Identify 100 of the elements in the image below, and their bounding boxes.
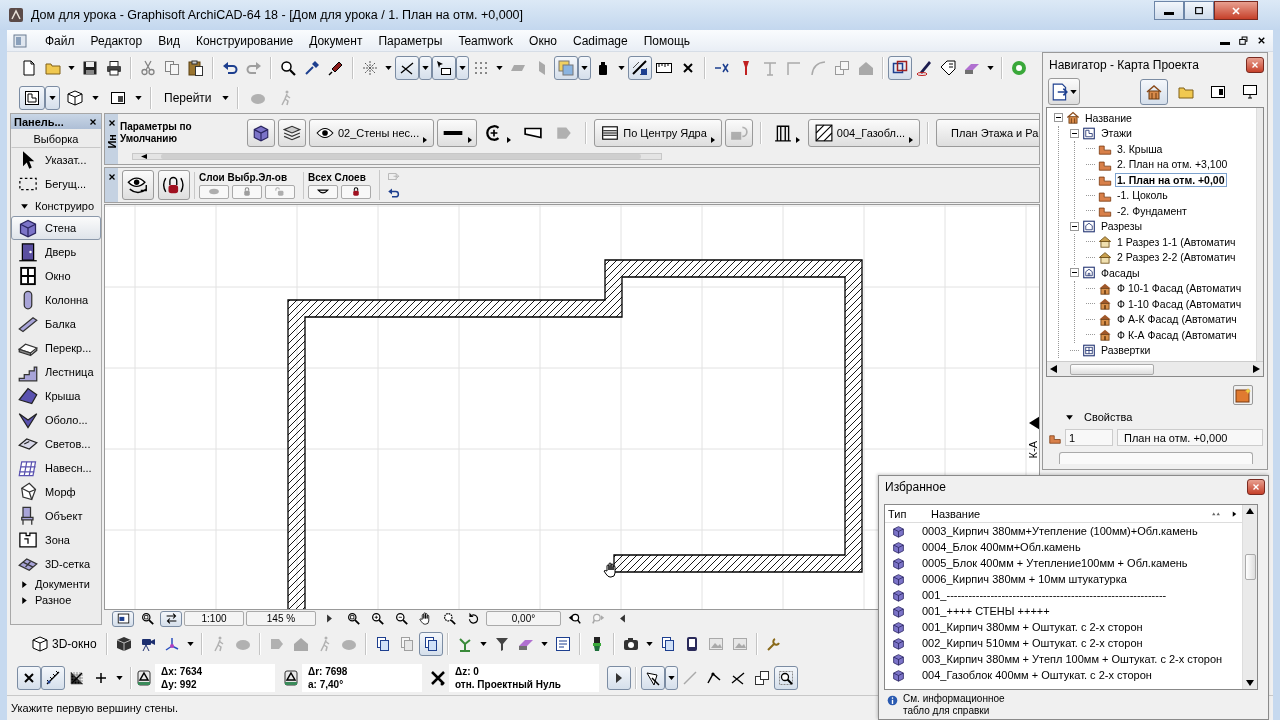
new-item-button[interactable] xyxy=(1233,385,1253,405)
column-tool[interactable]: Колонна xyxy=(11,288,101,312)
scrollbar[interactable] xyxy=(1256,108,1263,361)
favorite-item[interactable]: 001_Кирпич 380мм + Оштукат. с 2-х сторон xyxy=(885,619,1242,635)
triangle-right-button[interactable] xyxy=(607,665,631,690)
tree-item[interactable]: 2 Разрез 2-2 (Автоматич xyxy=(1115,250,1238,265)
pointer-tool[interactable]: Указат... xyxy=(11,148,101,172)
minus-box-icon[interactable] xyxy=(1070,221,1079,231)
lock-button[interactable] xyxy=(158,170,190,200)
dropdown-button[interactable] xyxy=(456,55,469,80)
zoom-field[interactable]: 145 % xyxy=(246,611,316,626)
swap-button[interactable] xyxy=(160,610,182,627)
scale-field[interactable]: 1:100 xyxy=(184,611,244,626)
close-button[interactable] xyxy=(1247,479,1265,495)
scrollbar-thumb[interactable] xyxy=(1244,554,1256,580)
reference-dropdown[interactable]: По Центру Ядра xyxy=(594,119,722,147)
menu-item[interactable]: Файл xyxy=(37,30,83,51)
skylight-tool[interactable]: Светов... xyxy=(11,432,101,456)
favorite-item[interactable]: 0004_Блок 400мм+Обл.камень xyxy=(885,539,1242,555)
scroll-arrow-icon[interactable] xyxy=(141,154,147,159)
minus-box-icon[interactable] xyxy=(1054,113,1063,123)
scrollbar[interactable] xyxy=(132,153,662,160)
favorite-item[interactable]: 004_Газоблок 400мм + Оштукат. с 2-х сторон xyxy=(885,667,1242,683)
curve-button[interactable] xyxy=(308,184,338,199)
menu-item[interactable]: Cadimage xyxy=(564,30,636,51)
favorite-item[interactable]: 001_++++ СТЕНЫ +++++ xyxy=(885,603,1242,619)
lock-button[interactable] xyxy=(341,184,371,199)
tree-item[interactable]: -2. Фундамент xyxy=(1115,203,1189,218)
minus-box-icon[interactable] xyxy=(1070,128,1079,138)
floor-plan-button[interactable] xyxy=(19,85,45,110)
block-button[interactable] xyxy=(247,119,275,147)
view-button[interactable]: План Этажа и Ра xyxy=(936,119,1039,147)
scroll-arrow-icon[interactable] xyxy=(1253,365,1260,373)
door-tool[interactable]: Дверь xyxy=(11,240,101,264)
eye-arrow-button[interactable] xyxy=(122,170,154,200)
diagonal-hatch-button[interactable] xyxy=(628,55,652,80)
story-number-field[interactable]: 1 xyxy=(1065,429,1113,446)
tree-item[interactable]: Название xyxy=(1083,110,1134,125)
scroll-arrow-icon[interactable] xyxy=(1246,508,1254,514)
minimize-button[interactable] xyxy=(1154,1,1184,20)
tree-item[interactable]: Разрезы xyxy=(1099,219,1144,234)
plan-preview-button[interactable] xyxy=(112,610,134,627)
scrollbar-thumb[interactable] xyxy=(1070,363,1154,375)
layer-dropdown[interactable]: 02_Стены нес... xyxy=(309,119,435,147)
column-header[interactable]: Тип xyxy=(885,507,931,520)
cursor-box-button[interactable] xyxy=(432,55,456,80)
ruler-button[interactable] xyxy=(41,665,65,690)
angle-field[interactable]: 0,00° xyxy=(486,611,561,626)
scrollbar[interactable] xyxy=(1047,361,1263,376)
menu-item[interactable]: Помощь xyxy=(635,30,699,51)
tree-item[interactable]: 1 Разрез 1-1 (Автоматич xyxy=(1115,234,1238,249)
close-button[interactable] xyxy=(1246,56,1264,73)
crossed-lines-button[interactable] xyxy=(395,55,419,80)
tree-item[interactable]: 2. План на отм. +3,100 xyxy=(1115,157,1230,172)
scrollbar[interactable] xyxy=(1242,505,1257,689)
zoom-button[interactable] xyxy=(774,665,798,690)
cursor-button[interactable] xyxy=(641,665,665,690)
maximize-button[interactable] xyxy=(1184,1,1214,20)
frames-button[interactable] xyxy=(888,55,912,80)
group-header[interactable]: Конструиро xyxy=(11,196,101,216)
wall-tool[interactable]: Стена xyxy=(11,216,101,240)
favorite-item[interactable]: 003_Кирпич 380мм + Утепл 100мм + Оштукат. с 2-х сторон xyxy=(885,651,1242,667)
menu-item[interactable]: Редактор xyxy=(82,30,151,51)
scrollbar-thumb[interactable] xyxy=(161,154,641,159)
menu-item[interactable]: Документ xyxy=(301,30,371,51)
layers-button[interactable] xyxy=(278,119,306,147)
favorite-item[interactable]: 002_Кирпич 510мм + Оштукат. с 2-х сторон xyxy=(885,635,1242,651)
morph-tool[interactable]: Морф xyxy=(11,480,101,504)
tree-item[interactable]: 1. План на отм. +0,00 xyxy=(1115,172,1227,187)
menu-item[interactable]: Вид xyxy=(150,30,188,51)
tree-item[interactable]: -1. Цоколь xyxy=(1115,188,1170,203)
dropdown-button[interactable] xyxy=(419,55,432,80)
export-button[interactable] xyxy=(1048,78,1080,105)
favorite-item[interactable]: 0006_Кирпич 380мм + 10мм штукатурка xyxy=(885,571,1242,587)
roof-tool[interactable]: Крыша xyxy=(11,384,101,408)
menu-item[interactable]: Teamwork xyxy=(450,30,522,51)
dropdown-button[interactable] xyxy=(578,55,591,80)
favorite-item[interactable]: 0003_Кирпич 380мм+Утепление (100мм)+Обл.камень xyxy=(885,523,1242,539)
mesh-tool[interactable]: 3D-сетка xyxy=(11,552,101,576)
plate-tool[interactable]: Перекр... xyxy=(11,336,101,360)
column-header[interactable]: Название xyxy=(931,507,1209,520)
stair-tool[interactable]: Лестница xyxy=(11,360,101,384)
documents-button[interactable] xyxy=(418,631,443,656)
dropdown-button[interactable] xyxy=(45,85,60,110)
tree-item[interactable]: Ф 1-10 Фасад (Автоматич xyxy=(1115,296,1244,311)
tree-item[interactable]: Этажи xyxy=(1099,126,1134,141)
shell-tool[interactable]: Оболо... xyxy=(11,408,101,432)
favorite-item[interactable]: 001_------------------------------------------------------------ xyxy=(885,587,1242,603)
selection-button[interactable]: Выборка xyxy=(11,129,101,148)
marquee-tool[interactable]: Бегущ... xyxy=(11,172,101,196)
cross-button[interactable] xyxy=(17,665,41,690)
group-header[interactable]: Документи xyxy=(11,576,101,592)
curtainwall-tool[interactable]: Навесн... xyxy=(11,456,101,480)
tree-item[interactable]: Ф К-А Фасад (Автоматич xyxy=(1115,327,1239,342)
favorite-item[interactable]: 0005_Блок 400мм + Утепление100мм + Обл.камень xyxy=(885,555,1242,571)
scroll-arrow-icon[interactable] xyxy=(1050,365,1057,373)
scroll-arrow-icon[interactable] xyxy=(1246,680,1254,686)
goto-button[interactable]: Перейти xyxy=(158,85,218,110)
house-tab[interactable] xyxy=(1140,78,1168,105)
dropdown-button[interactable] xyxy=(665,665,678,690)
